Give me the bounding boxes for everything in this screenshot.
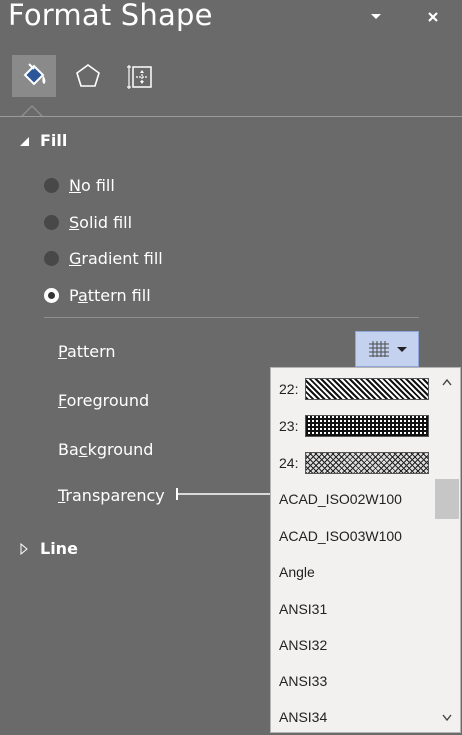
- radio-button[interactable]: [44, 251, 59, 266]
- tab-effects[interactable]: [66, 55, 110, 97]
- pattern-list-item[interactable]: Angle: [279, 557, 435, 587]
- caret-down-icon: [371, 14, 381, 19]
- pattern-swatch: [305, 452, 429, 474]
- radio-label-gradient-fill: Gradient fill: [69, 249, 163, 268]
- scroll-down-icon[interactable]: [441, 713, 453, 723]
- radio-label-no-fill: No fill: [69, 176, 115, 195]
- radio-no-fill[interactable]: No fill: [44, 176, 115, 195]
- transparency-label: Transparency: [58, 486, 165, 505]
- expanded-triangle-icon: [20, 136, 29, 146]
- pattern-swatch: [305, 378, 429, 400]
- radio-label-pattern-fill: Pattern fill: [69, 286, 151, 305]
- radio-solid-fill[interactable]: Solid fill: [44, 213, 132, 232]
- radio-pattern-fill[interactable]: Pattern fill: [44, 286, 151, 305]
- radio-button-selected[interactable]: [44, 288, 59, 303]
- radio-gradient-fill[interactable]: Gradient fill: [44, 249, 163, 268]
- format-shape-pane: Format Shape Fill No fill Solid fill Gra…: [0, 0, 462, 735]
- tab-divider: [0, 116, 462, 117]
- radio-button[interactable]: [44, 178, 59, 193]
- pattern-list-item[interactable]: ANSI32: [279, 630, 435, 660]
- background-label: Background: [58, 440, 154, 459]
- section-divider: [44, 317, 419, 318]
- close-pane-button[interactable]: [422, 6, 444, 28]
- tab-size-properties[interactable]: [118, 55, 162, 97]
- pattern-list-item[interactable]: ACAD_ISO02W100: [279, 484, 435, 514]
- collapsed-triangle-icon: [20, 542, 28, 555]
- transparency-slider[interactable]: [176, 486, 272, 502]
- pattern-number: 23:: [279, 418, 299, 434]
- pattern-swatch: [305, 415, 429, 437]
- dropdown-scrollbar[interactable]: [435, 369, 459, 731]
- pattern-list-item[interactable]: 22:: [279, 374, 435, 404]
- pattern-list-item[interactable]: ANSI33: [279, 666, 435, 696]
- pattern-list-item[interactable]: ACAD_ISO03W100: [279, 521, 435, 551]
- radio-label-solid-fill: Solid fill: [69, 213, 133, 232]
- fill-section-header[interactable]: Fill: [18, 131, 67, 150]
- foreground-label: Foreground: [58, 391, 150, 410]
- line-section-header[interactable]: Line: [18, 539, 78, 558]
- size-properties-icon: [127, 65, 152, 89]
- scrollbar-thumb[interactable]: [435, 479, 459, 519]
- pattern-dropdown-list: 22: 23: 24: ACAD_ISO02W100 ACAD_ISO03W10…: [270, 367, 461, 733]
- pattern-grid-icon: [369, 341, 407, 357]
- scroll-up-icon[interactable]: [441, 377, 453, 387]
- pattern-label: Pattern: [58, 342, 116, 361]
- pattern-number: 22:: [279, 381, 299, 397]
- pattern-list-item[interactable]: 23:: [279, 411, 435, 441]
- line-section-label: Line: [40, 539, 78, 558]
- close-icon: [428, 12, 438, 22]
- fill-section-label: Fill: [40, 131, 68, 150]
- pattern-list-item[interactable]: ANSI31: [279, 594, 435, 624]
- pattern-number: 24:: [279, 455, 299, 471]
- caret-down-icon: [397, 347, 407, 352]
- pentagon-icon: [76, 64, 100, 87]
- tab-fill-line[interactable]: [12, 55, 56, 97]
- pattern-list-item[interactable]: 24:: [279, 448, 435, 478]
- radio-button[interactable]: [44, 215, 59, 230]
- pattern-dropdown-button[interactable]: [355, 331, 419, 367]
- pattern-list-item[interactable]: ANSI34: [279, 702, 435, 732]
- paint-bucket-icon: [23, 63, 46, 86]
- pane-options-dropdown[interactable]: [368, 8, 384, 24]
- pane-title: Format Shape: [8, 0, 213, 32]
